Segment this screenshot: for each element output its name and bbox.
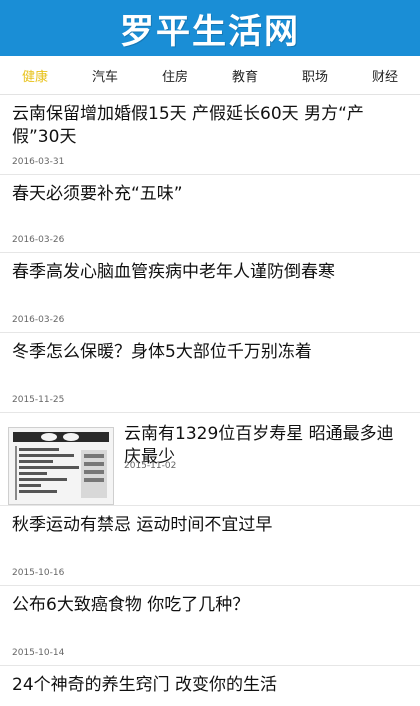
article-title: 公布6大致癌食物 你吃了几种？ — [12, 595, 250, 615]
list-item[interactable]: 云南有1329位百岁寿星 昭通最多迪庆最少 2015-11-02 — [0, 413, 420, 506]
list-item[interactable]: 公布6大致癌食物 你吃了几种？ 2015-10-14 — [0, 586, 420, 666]
article-title: 云南保留增加婚假15天 产假延长60天 男方“产假”30天 — [12, 104, 364, 147]
article-date: 2015-10-16 — [12, 568, 65, 578]
tab-education[interactable]: 教育 — [226, 66, 264, 85]
article-date: 2016-03-31 — [12, 157, 65, 167]
article-date: 2016-03-26 — [12, 315, 65, 325]
article-title: 春季高发心脑血管疾病中老年人谨防倒春寒 — [12, 262, 335, 282]
list-item[interactable]: 秋季运动有禁忌 运动时间不宜过早 2015-10-16 — [0, 506, 420, 586]
article-date: 2016-03-26 — [12, 235, 65, 245]
tab-housing[interactable]: 住房 — [156, 66, 194, 85]
category-tabs: 健康 汽车 住房 教育 职场 财经 — [0, 56, 420, 95]
article-title: 24个神奇的养生窍门 改变你的生活 — [12, 675, 278, 695]
list-item[interactable]: 冬季怎么保暖？身体5大部位千万别冻着 2015-11-25 — [0, 333, 420, 413]
list-item[interactable]: 24个神奇的养生窍门 改变你的生活 — [0, 666, 420, 706]
tab-finance[interactable]: 财经 — [366, 66, 404, 85]
tab-workplace[interactable]: 职场 — [296, 66, 334, 85]
article-thumbnail — [8, 427, 114, 505]
article-title: 秋季运动有禁忌 运动时间不宜过早 — [12, 515, 273, 535]
app-header: 罗平生活网 — [0, 0, 420, 56]
article-date: 2015-11-02 — [124, 461, 177, 471]
tab-cars[interactable]: 汽车 — [86, 66, 124, 85]
chart-thumbnail-icon — [9, 428, 113, 504]
tab-health[interactable]: 健康 — [16, 66, 54, 85]
list-item[interactable]: 春天必须要补充“五味” 2016-03-26 — [0, 175, 420, 253]
article-title: 春天必须要补充“五味” — [12, 184, 183, 204]
article-title: 冬季怎么保暖？身体5大部位千万别冻着 — [12, 342, 312, 362]
site-title: 罗平生活网 — [120, 11, 300, 52]
list-item[interactable]: 云南保留增加婚假15天 产假延长60天 男方“产假”30天 2016-03-31 — [0, 95, 420, 175]
article-list: 云南保留增加婚假15天 产假延长60天 男方“产假”30天 2016-03-31… — [0, 95, 420, 706]
list-item[interactable]: 春季高发心脑血管疾病中老年人谨防倒春寒 2016-03-26 — [0, 253, 420, 333]
article-date: 2015-10-14 — [12, 648, 65, 658]
article-date: 2015-11-25 — [12, 395, 65, 405]
